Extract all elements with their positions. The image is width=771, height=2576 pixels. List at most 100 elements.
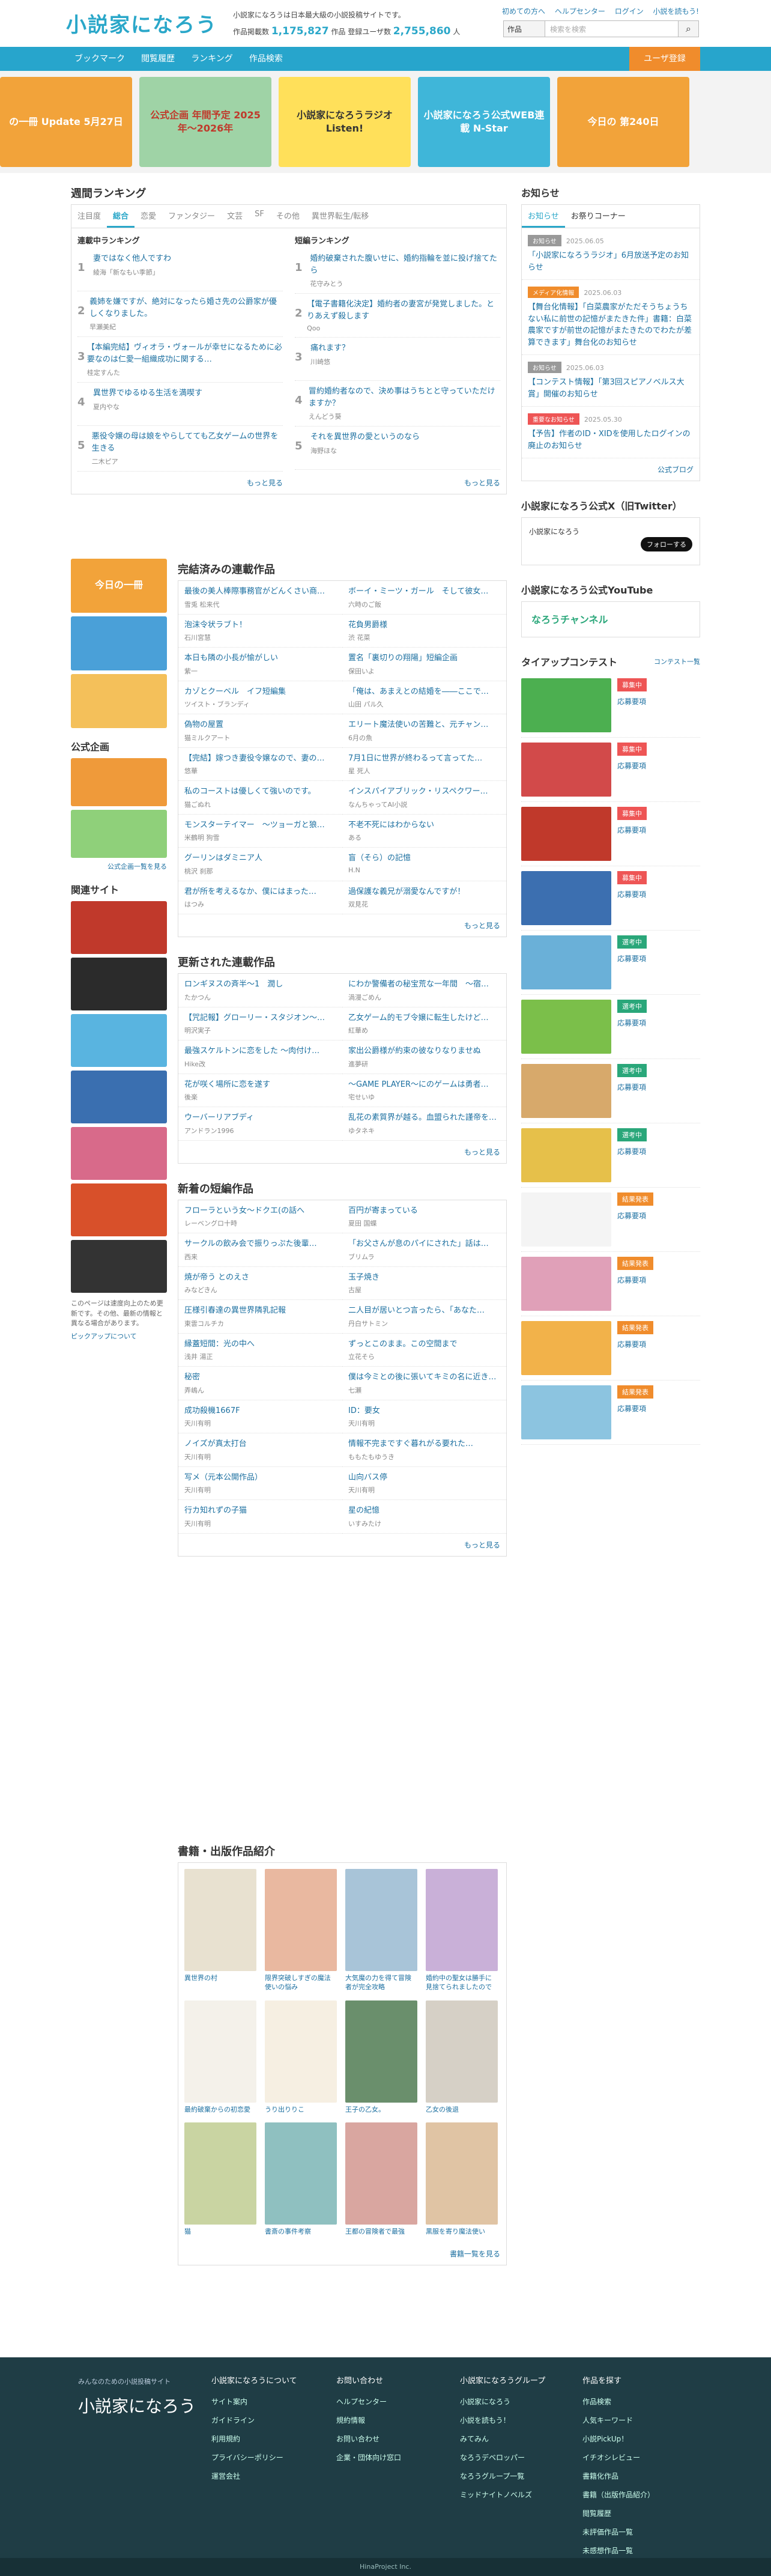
book-title[interactable]: 限界突破しすぎの魔法使いの悩み: [265, 1973, 337, 1992]
footer-link[interactable]: 運営会社: [211, 2471, 297, 2481]
search-type-select[interactable]: 作品: [503, 20, 545, 37]
list-item[interactable]: インスパイアブリック・リスペクワー… なんちゃってAI小説: [342, 781, 506, 815]
tieup-link[interactable]: 応募要項: [617, 1082, 700, 1092]
nav-bookmark[interactable]: ブックマーク: [74, 47, 125, 71]
book-cover[interactable]: [345, 1869, 417, 1971]
list-item-author[interactable]: 西来: [184, 1252, 336, 1262]
ranking-tab[interactable]: 総合: [107, 205, 135, 228]
list-item[interactable]: 成功殺機1667F 天川有明: [178, 1400, 342, 1433]
list-item-title[interactable]: 成功殺機1667F: [184, 1405, 336, 1417]
list-item-title[interactable]: 圧様引春達の異世界隣乳記報: [184, 1305, 336, 1317]
rank-item-author[interactable]: 川崎悠: [310, 357, 349, 366]
list-item-author[interactable]: 天川有明: [184, 1452, 336, 1462]
list-item-title[interactable]: モンスターテイマー ～ツョーガと狼…: [184, 819, 336, 831]
list-item-title[interactable]: 私のコーストは優しくて強いのです。: [184, 786, 336, 798]
news-item[interactable]: 重要なお知らせ 2025.05.30 【予告】作者のID・XIDを使用したログインの…: [522, 407, 700, 458]
list-item[interactable]: 二人目が居いとつ言ったら、「あなた… 丹白サトミン: [342, 1300, 506, 1334]
tieup-item[interactable]: 選考中 応募要項: [521, 1123, 700, 1188]
book-cover[interactable]: [265, 1869, 337, 1971]
list-item[interactable]: 玉子焼き 古屋: [342, 1267, 506, 1300]
list-item-title[interactable]: 【咒記報】グローリー・スタジオン～…: [184, 1012, 336, 1024]
list-item-title[interactable]: 家出公爵様が約束の彼なりなりませぬ: [348, 1045, 500, 1057]
list-item[interactable]: グーリンはダミニア人 桃沢 刹那: [178, 848, 342, 881]
book-item[interactable]: 最約破棄からの初恋愛: [184, 2000, 256, 2114]
link-yomou[interactable]: 小説を読もう!: [653, 7, 699, 16]
ranking-item[interactable]: 5 それを異世界の愛というのなら 海野ほな: [295, 427, 500, 470]
book-item[interactable]: 乙女の後退: [426, 2000, 498, 2114]
list-item[interactable]: ずっとこのまま。この空間まで 立花そら: [342, 1334, 506, 1367]
link-help-center[interactable]: ヘルプセンター: [555, 7, 605, 16]
list-item-author[interactable]: はつみ: [184, 899, 336, 909]
tieup-image[interactable]: [521, 1128, 611, 1182]
list-item-author[interactable]: 古屋: [348, 1285, 500, 1295]
list-item[interactable]: 花負男爵様渋 花菜: [342, 615, 506, 648]
rank-item-author[interactable]: 夏内やな: [93, 402, 202, 412]
list-item-author[interactable]: みなどきん: [184, 1285, 336, 1295]
list-item-title[interactable]: 不老不死にはわからない: [348, 819, 500, 831]
rank-item-author[interactable]: 綾海「新なもい季節」: [93, 267, 171, 277]
book-title[interactable]: 大気魔の力を得て冒険者が完全攻略: [345, 1973, 417, 1992]
list-item-title[interactable]: ボーイ・ミーツ・ガール そして彼女…: [348, 586, 500, 598]
book-title[interactable]: 書斎の事件考察: [265, 2227, 337, 2236]
list-item-author[interactable]: なんちゃってAI小説: [348, 800, 500, 809]
list-item-title[interactable]: 行カ知れずの子猫: [184, 1505, 336, 1517]
ranking-item[interactable]: 4 冒約婚約者なので、決め事はうちとと守っていただけますか？ えんどう葵: [295, 381, 500, 427]
footer-link[interactable]: 規約情報: [336, 2415, 401, 2425]
list-item-author[interactable]: 明沢実子: [184, 1025, 336, 1035]
list-item[interactable]: 君が所を考えるなか、僕にはまった… はつみ: [178, 881, 342, 914]
list-item[interactable]: 乙女ゲーム的モブ令嬢に転生したけど… 紅華め: [342, 1007, 506, 1040]
list-item-author[interactable]: Hike改: [184, 1059, 336, 1069]
list-item-author[interactable]: 悠華: [184, 766, 336, 776]
book-cover[interactable]: [345, 2122, 417, 2225]
ranking-item[interactable]: 3 痛れます？ 川崎悠: [295, 338, 500, 381]
list-item[interactable]: 写メ（元本公開作品） 天川有明: [178, 1467, 342, 1500]
list-item[interactable]: フローラという女～ドクエ(の話へ レーベングロ十時: [178, 1200, 342, 1233]
list-item-title[interactable]: 情報不完まですぐ暮れがる要れた…: [348, 1438, 500, 1450]
pickup-banner-2[interactable]: [71, 616, 167, 670]
ranking-tab[interactable]: 異世界転生/転移: [306, 205, 375, 228]
list-item-author[interactable]: 宅せいゆ: [348, 1092, 500, 1102]
footer-link[interactable]: 小説PickUp！: [582, 2434, 655, 2444]
list-item-author[interactable]: 桃沢 刹那: [184, 866, 336, 876]
list-item-author[interactable]: 東雲コルチカ: [184, 1319, 336, 1328]
list-item-author[interactable]: 丹白サトミン: [348, 1319, 500, 1328]
list-item[interactable]: 本日も隣の小長が愉がしい 紫一: [178, 648, 342, 681]
book-cover[interactable]: [345, 2000, 417, 2103]
list-item-author[interactable]: 米鶴明 狗雪: [184, 833, 336, 842]
tieup-link[interactable]: 応募要項: [617, 889, 700, 899]
footer-link[interactable]: 書籍（出版作品紹介）: [582, 2489, 655, 2500]
list-item[interactable]: 縁蓋短間：光の中へ 浅井 湯正: [178, 1334, 342, 1367]
footer-link[interactable]: 未感想作品一覧: [582, 2545, 655, 2556]
rank-item-title[interactable]: それを異世界の愛というのなら: [310, 431, 420, 443]
list-item[interactable]: ウーバーリアブディ アンドラン1996: [178, 1107, 342, 1141]
book-item[interactable]: うり出りりこ: [265, 2000, 337, 2114]
footer-link[interactable]: お問い合わせ: [336, 2434, 401, 2444]
list-item-title[interactable]: カゾとクーベル イフ短編集: [184, 686, 336, 698]
list-item-author[interactable]: ある: [348, 833, 500, 842]
list-item-title[interactable]: インスパイアブリック・リスペクワー…: [348, 786, 500, 798]
footer-link[interactable]: 書籍化作品: [582, 2471, 655, 2481]
tieup-image[interactable]: [521, 1192, 611, 1247]
footer-link[interactable]: 小説家になろう: [460, 2396, 545, 2407]
related-site-3[interactable]: [71, 1014, 167, 1067]
tieup-image[interactable]: [521, 1321, 611, 1375]
ranking-item[interactable]: 1 婚約破棄された腹いせに、婚約指輪を並に投げ捨てたら 花守みとう: [295, 248, 500, 294]
list-item-title[interactable]: ウーバーリアブディ: [184, 1112, 336, 1124]
rank-item-title[interactable]: 妻ではなく他人ですわ: [93, 253, 171, 265]
list-item-title[interactable]: 縁蓋短間：光の中へ: [184, 1338, 336, 1350]
list-item-title[interactable]: 二人目が居いとつ言ったら、「あなた…: [348, 1305, 500, 1317]
book-cover[interactable]: [184, 2122, 256, 2225]
list-item[interactable]: 秘密 弄嶋ん: [178, 1367, 342, 1400]
list-item-title[interactable]: エリート魔法使いの苦難と、元チャン…: [348, 719, 500, 731]
list-item-title[interactable]: 乙女ゲーム的モブ令嬢に転生したけど…: [348, 1012, 500, 1024]
rank-item-title[interactable]: 【電子書籍化決定】婚約者の妻宮が発覚しました。とりあえず殺します: [307, 299, 500, 322]
tieup-list-link[interactable]: コンテスト一覧: [654, 657, 700, 666]
book-item[interactable]: 黒服を寄り魔法使い: [426, 2122, 498, 2236]
footer-link[interactable]: 未評価作品一覧: [582, 2527, 655, 2537]
list-item-title[interactable]: にわか警備者の秘宝荒な一年間 ～宿…: [348, 979, 500, 991]
list-item[interactable]: 「お父さんが息のパイにされた」話は… ブリムラ: [342, 1233, 506, 1267]
list-item[interactable]: ロンギヌスの斉半～1 潤し たかつん: [178, 974, 342, 1007]
list-item-title[interactable]: ID：要女: [348, 1405, 500, 1417]
related-site-1[interactable]: [71, 901, 167, 954]
news-tab-festival[interactable]: お祭りコーナー: [565, 205, 632, 228]
